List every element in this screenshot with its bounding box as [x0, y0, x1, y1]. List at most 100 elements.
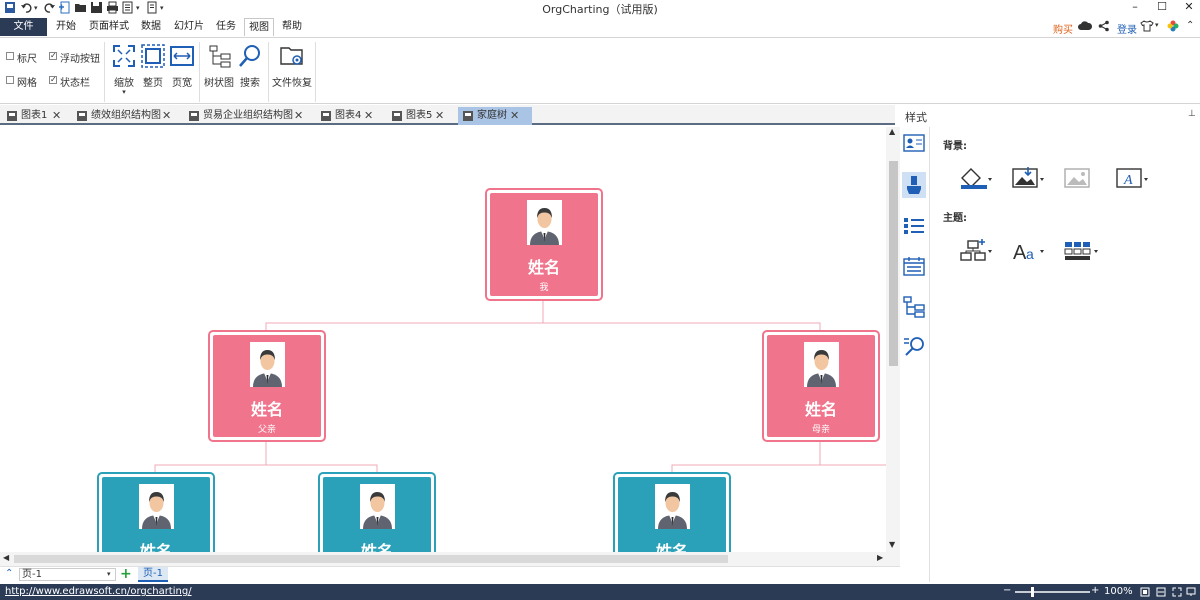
node-role: 父亲	[257, 425, 276, 435]
menu-view[interactable]: 视图	[244, 18, 274, 36]
menu-data[interactable]: 数据	[137, 18, 165, 36]
close-tab-icon[interactable]: ✕	[364, 107, 373, 125]
fit-width-button[interactable]: 页宽	[168, 42, 196, 89]
maximize-button[interactable]: ☐	[1151, 0, 1173, 16]
ribbon-separator	[315, 42, 316, 102]
style-brush-tab[interactable]	[902, 172, 926, 198]
horizontal-scrollbar[interactable]: ◀ ▶	[0, 552, 900, 566]
buy-link[interactable]: 购买	[1053, 21, 1073, 36]
close-tab-icon[interactable]: ✕	[435, 107, 444, 125]
grid-checkbox[interactable]	[6, 76, 14, 84]
doc-tab-trade-org[interactable]: 贸易企业组织结构图 ✕	[184, 107, 312, 125]
menu-slides[interactable]: 幻灯片	[171, 18, 207, 36]
theme-font-icon[interactable]: Aa	[1011, 238, 1045, 265]
fit-width-status-icon[interactable]	[1156, 587, 1166, 600]
contact-card-icon[interactable]	[903, 134, 925, 155]
zoom-slider[interactable]	[1015, 587, 1090, 597]
org-node-me[interactable]: 姓名 我	[485, 188, 603, 301]
page-tab-label: 页-1	[143, 568, 163, 579]
scroll-left-arrow[interactable]: ◀	[3, 553, 9, 562]
menu-help[interactable]: 帮助	[278, 18, 306, 36]
chart-doc-icon	[76, 110, 88, 122]
doc-tab-chart4[interactable]: 图表4 ✕	[316, 107, 382, 125]
horizontal-scroll-thumb[interactable]	[14, 555, 728, 563]
org-node-father[interactable]: 姓名 父亲	[208, 330, 326, 442]
find-icon[interactable]	[903, 336, 925, 359]
fit-page-label: 整页	[143, 78, 163, 89]
tree-view-button[interactable]: 树状图	[203, 42, 235, 89]
status-bar-checkbox[interactable]: ✓	[49, 76, 57, 84]
menu-page-style[interactable]: 页面样式	[86, 18, 132, 36]
page-tab-1[interactable]: 页-1	[138, 567, 168, 582]
floating-buttons-checkbox[interactable]: ✓	[49, 52, 57, 60]
ruler-checkbox[interactable]	[6, 52, 14, 60]
doc-tab-family-tree[interactable]: 家庭树 ✕	[458, 107, 532, 125]
close-tab-icon[interactable]: ✕	[162, 107, 171, 125]
close-tab-icon[interactable]: ✕	[510, 107, 519, 125]
chevron-up-icon[interactable]: ⌃	[5, 568, 13, 579]
doc-tab-performance-org[interactable]: 绩效组织结构图 ✕	[72, 107, 180, 125]
chart-canvas[interactable]: 姓名 我 姓名 父亲 姓名 母亲 姓名 姓名 姓名	[0, 127, 886, 552]
add-page-button[interactable]: +	[120, 566, 132, 582]
floating-buttons-label: 浮动按钮	[60, 54, 100, 65]
org-node-grandparent[interactable]: 姓名	[613, 472, 731, 552]
pin-icon[interactable]: ⊥	[1188, 109, 1196, 119]
theme-layout-icon[interactable]	[959, 238, 993, 265]
doc-tab-label: 家庭树	[477, 110, 507, 121]
remove-background-icon[interactable]	[1063, 166, 1091, 193]
collapse-ribbon-icon[interactable]: ⌃	[1186, 20, 1194, 31]
zoom-level: 100%	[1104, 586, 1133, 597]
scroll-up-arrow[interactable]: ▲	[889, 127, 895, 136]
login-link[interactable]: 登录	[1117, 21, 1137, 36]
chart-doc-icon	[6, 110, 18, 122]
title-bar: ▾ ▾ ▾ OrgCharting（试用版) – ☐ ✕	[0, 0, 1200, 17]
chevron-down-icon: ▾	[107, 570, 111, 578]
doc-tab-chart5[interactable]: 图表5 ✕	[387, 107, 453, 125]
fit-page-button[interactable]: 整页	[139, 42, 167, 89]
scroll-right-arrow[interactable]: ▶	[877, 553, 883, 562]
zoom-button[interactable]: 缩放 ▾	[110, 42, 138, 102]
vertical-scroll-thumb[interactable]	[889, 161, 898, 366]
list-icon[interactable]	[903, 217, 925, 238]
watermark-text-icon[interactable]: A	[1115, 166, 1149, 193]
menu-bar: 文件 开始 页面样式 数据 幻灯片 任务 视图 帮助 购买 登录 ▾ ⌃	[0, 17, 1200, 37]
org-node-mother[interactable]: 姓名 母亲	[762, 330, 880, 442]
vertical-scrollbar[interactable]: ▲ ▼	[886, 127, 900, 552]
minimize-button[interactable]: –	[1124, 0, 1146, 16]
menu-task[interactable]: 任务	[212, 18, 240, 36]
file-recovery-button[interactable]: 文件恢复	[272, 42, 312, 89]
page-select[interactable]: 页-1 ▾	[19, 568, 116, 581]
org-node-grandparent[interactable]: 姓名	[97, 472, 215, 552]
website-link[interactable]: http://www.edrawsoft.cn/orgcharting/	[5, 586, 192, 597]
fit-page-icon	[141, 44, 165, 71]
theme-color-icon[interactable]	[1063, 238, 1101, 265]
fit-page-status-icon[interactable]	[1140, 587, 1150, 600]
presentation-status-icon[interactable]	[1186, 587, 1196, 600]
avatar	[250, 342, 285, 387]
skin-dropdown-icon[interactable]: ▾	[1155, 21, 1159, 29]
zoom-out-button[interactable]: −	[1003, 585, 1011, 596]
doc-tab-chart1[interactable]: 图表1 ✕	[2, 107, 68, 125]
doc-tab-label: 图表1	[21, 110, 48, 121]
calendar-icon[interactable]	[903, 256, 925, 279]
side-panel-tabs	[900, 127, 930, 582]
close-button[interactable]: ✕	[1178, 0, 1200, 16]
skin-shirt-icon[interactable]	[1140, 20, 1154, 35]
zoom-slider-thumb[interactable]	[1031, 587, 1034, 597]
close-tab-icon[interactable]: ✕	[52, 107, 61, 125]
org-node-grandparent[interactable]: 姓名	[318, 472, 436, 552]
search-button[interactable]: 搜索	[236, 42, 264, 89]
menu-home[interactable]: 开始	[52, 18, 80, 36]
background-image-icon[interactable]	[1011, 166, 1045, 193]
color-flower-icon[interactable]	[1167, 20, 1179, 35]
close-tab-icon[interactable]: ✕	[294, 107, 303, 125]
share-icon[interactable]	[1098, 20, 1110, 35]
tree-structure-icon[interactable]	[903, 296, 925, 321]
full-screen-status-icon[interactable]	[1172, 587, 1182, 600]
background-color-icon[interactable]	[959, 166, 993, 193]
cloud-icon[interactable]	[1078, 20, 1093, 35]
menu-file[interactable]: 文件	[0, 18, 47, 36]
zoom-in-button[interactable]: +	[1091, 585, 1099, 596]
scroll-down-arrow[interactable]: ▼	[889, 540, 895, 549]
search-icon	[238, 44, 262, 71]
